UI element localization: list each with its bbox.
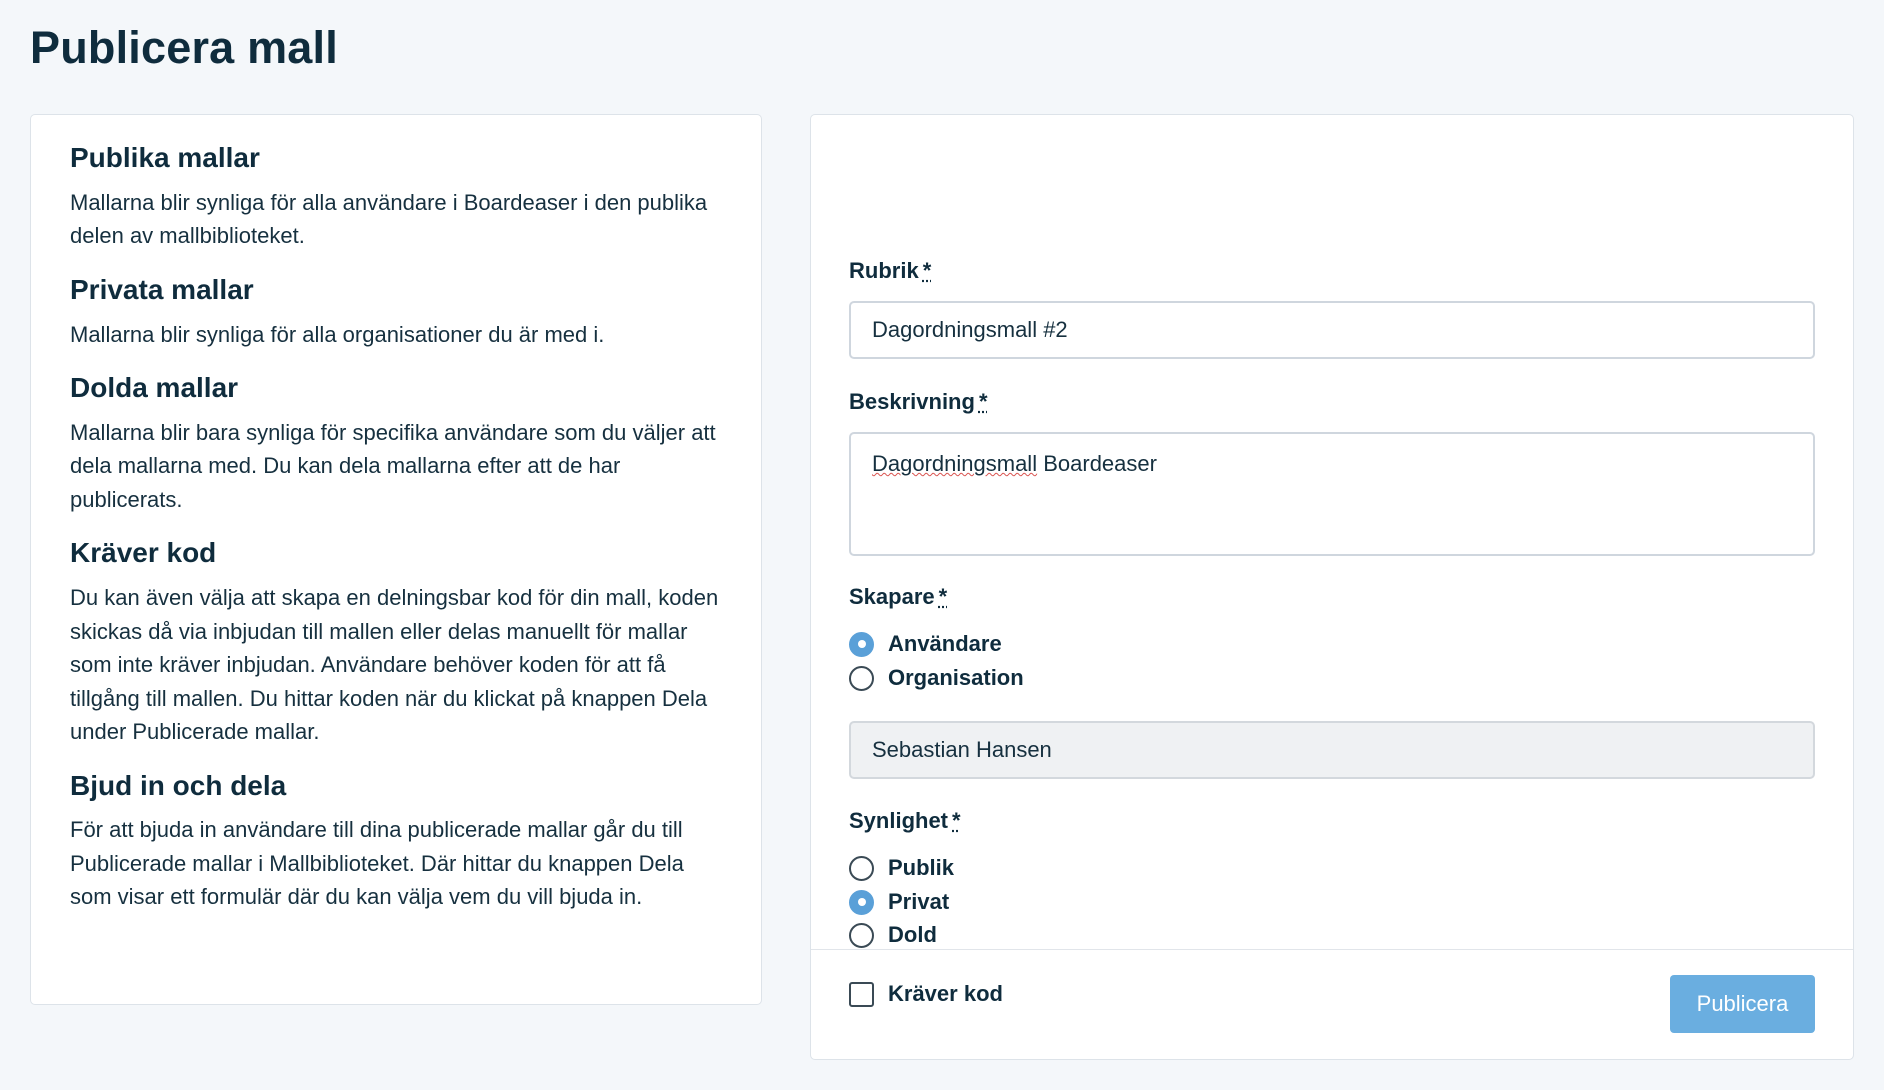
- rubrik-label: Rubrik *: [849, 258, 931, 284]
- info-section-bjud-in: Bjud in och dela För att bjuda in använd…: [70, 769, 722, 914]
- radio-unchecked-icon[interactable]: [849, 665, 874, 691]
- radio-label: Dold: [888, 922, 937, 947]
- info-text: Du kan även välja att skapa en delningsb…: [70, 585, 719, 745]
- skapare-value-field: Sebastian Hansen: [849, 721, 1815, 779]
- synlighet-label: Synlighet *: [849, 808, 961, 834]
- info-text: För att bjuda in användare till dina pub…: [70, 817, 684, 910]
- info-text: Mallarna blir bara synliga för specifika…: [70, 419, 716, 512]
- required-mark: *: [952, 808, 961, 833]
- checkbox-kraver-kod[interactable]: Kräver kod: [849, 979, 1003, 1009]
- beskrivning-word-misspelled: Dagordningsmall: [872, 451, 1038, 476]
- info-section-privata: Privata mallar Mallarna blir synliga för…: [70, 273, 722, 351]
- info-heading: Privata mallar: [70, 273, 254, 305]
- radio-publik[interactable]: Publik: [849, 853, 954, 883]
- radio-checked-icon[interactable]: [849, 631, 874, 657]
- radio-label: Publik: [888, 855, 955, 880]
- beskrivning-textarea[interactable]: Dagordningsmall Boardeaser: [849, 432, 1815, 556]
- radio-organisation[interactable]: Organisation: [849, 663, 1024, 693]
- radio-dold[interactable]: Dold: [849, 920, 937, 950]
- info-panel: Publika mallar Mallarna blir synliga för…: [30, 114, 762, 1005]
- info-heading: Publika mallar: [70, 142, 260, 173]
- synlighet-label-text: Synlighet: [849, 808, 949, 833]
- radio-label: Organisation: [888, 665, 1024, 690]
- rubrik-label-text: Rubrik: [849, 258, 919, 283]
- radio-checked-icon[interactable]: [849, 889, 874, 915]
- beskrivning-word: Boardeaser: [1043, 451, 1157, 476]
- beskrivning-label-text: Beskrivning: [849, 389, 975, 414]
- info-section-kraver-kod: Kräver kod Du kan även välja att skapa e…: [70, 538, 722, 748]
- info-section-dolda: Dolda mallar Mallarna blir bara synliga …: [70, 372, 722, 516]
- page-title: Publicera mall: [30, 22, 338, 73]
- radio-anvandare[interactable]: Användare: [849, 629, 1002, 659]
- info-section-publika: Publika mallar Mallarna blir synliga för…: [70, 142, 722, 253]
- required-mark: *: [938, 584, 948, 609]
- info-text: Mallarna blir synliga för alla organisat…: [70, 321, 605, 347]
- beskrivning-label: Beskrivning *: [849, 389, 988, 415]
- form-footer-divider: [811, 949, 1853, 950]
- publish-form: Rubrik* Beskrivning* Dagordningsmall Boa…: [810, 114, 1854, 1060]
- radio-label: Användare: [888, 631, 1002, 656]
- checkbox-label: Kräver kod: [888, 981, 1003, 1006]
- radio-unchecked-icon[interactable]: [849, 922, 874, 948]
- radio-privat[interactable]: Privat: [849, 887, 949, 917]
- required-mark: *: [922, 258, 932, 283]
- info-heading: Bjud in och dela: [70, 769, 287, 801]
- skapare-label: Skapare *: [849, 584, 947, 610]
- info-heading: Dolda mallar: [70, 372, 239, 404]
- required-mark: *: [978, 389, 988, 414]
- radio-unchecked-icon[interactable]: [849, 855, 874, 881]
- radio-label: Privat: [888, 889, 950, 914]
- skapare-label-text: Skapare: [849, 584, 935, 609]
- checkbox-unchecked-icon[interactable]: [849, 981, 874, 1007]
- publish-button[interactable]: Publicera: [1670, 975, 1815, 1033]
- rubrik-input[interactable]: [849, 301, 1815, 359]
- info-heading: Kräver kod: [70, 537, 217, 569]
- info-text: Mallarna blir synliga för alla användare…: [70, 189, 708, 249]
